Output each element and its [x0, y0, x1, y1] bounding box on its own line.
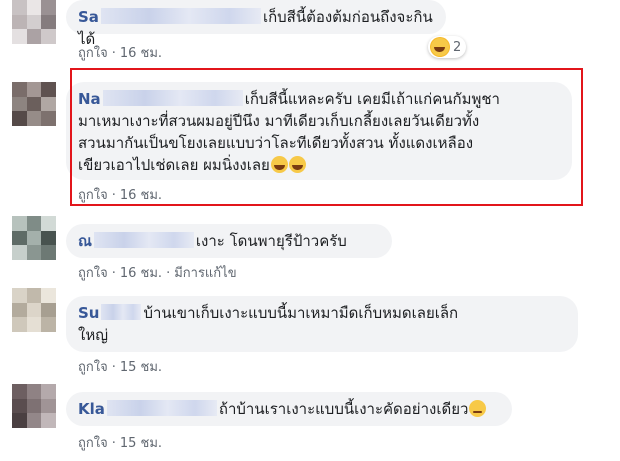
avatar-pixel [41, 96, 56, 112]
avatar-pixel [12, 288, 27, 303]
avatar-pixel [12, 245, 27, 260]
like-link[interactable]: ถูกใจ [78, 46, 108, 61]
avatar-pixel [41, 230, 56, 246]
avatar-pixel [12, 302, 27, 318]
avatar-pixel [26, 317, 42, 332]
expressionless-emoji-icon [469, 400, 487, 417]
avatar-pixel [26, 398, 42, 414]
comment-meta: ถูกใจ · 15 ชม. [78, 360, 163, 375]
like-link[interactable]: ถูกใจ [78, 360, 108, 375]
avatar-pixel [12, 96, 27, 112]
avatar-pixel [41, 413, 56, 428]
avatar-pixel [26, 0, 42, 15]
avatar-pixel [26, 111, 42, 126]
avatar-pixel [41, 82, 56, 97]
avatar-pixel [41, 0, 56, 15]
avatar-pixel [12, 111, 27, 126]
avatar-pixel [41, 317, 56, 332]
avatar[interactable] [12, 288, 56, 332]
comment-meta: ถูกใจ · 16 ชม. [78, 46, 163, 61]
comment-line: เงาะ โดนพายุรีป้าวครับ [195, 232, 347, 250]
laughing-emoji-icon [430, 37, 450, 57]
edited-label[interactable]: มีการแก้ไข [174, 266, 236, 281]
avatar-pixel [41, 29, 56, 44]
redacted-name [93, 232, 194, 248]
comment-text: Su บ้านเขาเก็บเงาะแบบนี้มาเหมามืดเก็บหมดเ… [78, 302, 566, 346]
comment-bubble: Kla ถ้าบ้านเราเงาะแบบนี้เงาะคัดอย่างเดียว [66, 392, 512, 426]
avatar-pixel [12, 384, 27, 399]
commenter-name[interactable]: Kla [78, 400, 105, 418]
comment-bubble: Sa เก็บสีนี้ต้องต้มก่อนถึงจะกินได้ [66, 0, 446, 48]
avatar-pixel [26, 245, 42, 260]
comment-text: ณ เงาะ โดนพายุรีป้าวครับ [78, 232, 347, 250]
avatar-pixel [26, 230, 42, 246]
avatar-pixel [26, 413, 42, 428]
like-link[interactable]: ถูกใจ [78, 436, 108, 451]
avatar-pixel [41, 384, 56, 399]
avatar-pixel [26, 96, 42, 112]
avatar-pixel [12, 29, 27, 44]
avatar[interactable] [12, 0, 56, 44]
avatar-pixel [12, 230, 27, 246]
avatar-pixel [26, 29, 42, 44]
avatar[interactable] [12, 82, 56, 126]
comment-bubble: ณ เงาะ โดนพายุรีป้าวครับ [66, 224, 392, 258]
highlight-box [70, 68, 583, 206]
comment-line: ใหญ่ [78, 326, 108, 344]
comment-meta: ถูกใจ · 15 ชม. [78, 436, 163, 451]
timestamp[interactable]: 16 ชม. [120, 266, 162, 281]
comment-meta: ถูกใจ · 16 ชม. · มีการแก้ไข [78, 266, 237, 281]
reaction-summary[interactable]: 2 [428, 36, 467, 58]
avatar[interactable] [12, 384, 56, 428]
avatar-pixel [41, 245, 56, 260]
redacted-name [106, 400, 217, 416]
avatar-pixel [26, 384, 42, 399]
avatar-pixel [41, 14, 56, 30]
commenter-name[interactable]: Sa [78, 8, 99, 26]
timestamp[interactable]: 15 ชม. [120, 436, 162, 451]
timestamp[interactable]: 16 ชม. [120, 46, 162, 61]
avatar-pixel [41, 398, 56, 414]
avatar[interactable] [12, 216, 56, 260]
comment-bubble: Su บ้านเขาเก็บเงาะแบบนี้มาเหมามืดเก็บหมดเ… [66, 296, 578, 352]
timestamp[interactable]: 15 ชม. [120, 360, 162, 375]
avatar-pixel [12, 317, 27, 332]
like-link[interactable]: ถูกใจ [78, 266, 108, 281]
redacted-name [100, 8, 261, 24]
avatar-pixel [12, 398, 27, 414]
avatar-pixel [26, 14, 42, 30]
comment-line: ถ้าบ้านเราเงาะแบบนี้เงาะคัดอย่างเดียว [218, 400, 469, 418]
commenter-name[interactable]: ณ [78, 232, 92, 250]
avatar-pixel [41, 302, 56, 318]
reaction-count: 2 [453, 39, 462, 55]
avatar-pixel [12, 82, 27, 97]
avatar-pixel [41, 288, 56, 303]
avatar-pixel [26, 216, 42, 231]
comment-text: Kla ถ้าบ้านเราเงาะแบบนี้เงาะคัดอย่างเดียว [78, 400, 487, 418]
avatar-pixel [26, 288, 42, 303]
avatar-pixel [26, 302, 42, 318]
commenter-name[interactable]: Su [78, 304, 99, 322]
avatar-pixel [41, 111, 56, 126]
avatar-pixel [12, 413, 27, 428]
avatar-pixel [12, 0, 27, 15]
avatar-pixel [12, 216, 27, 231]
comment-line: บ้านเขาเก็บเงาะแบบนี้มาเหมามืดเก็บหมดเลย… [143, 304, 459, 322]
redacted-name [101, 304, 142, 320]
avatar-pixel [41, 216, 56, 231]
avatar-pixel [12, 14, 27, 30]
avatar-pixel [26, 82, 42, 97]
